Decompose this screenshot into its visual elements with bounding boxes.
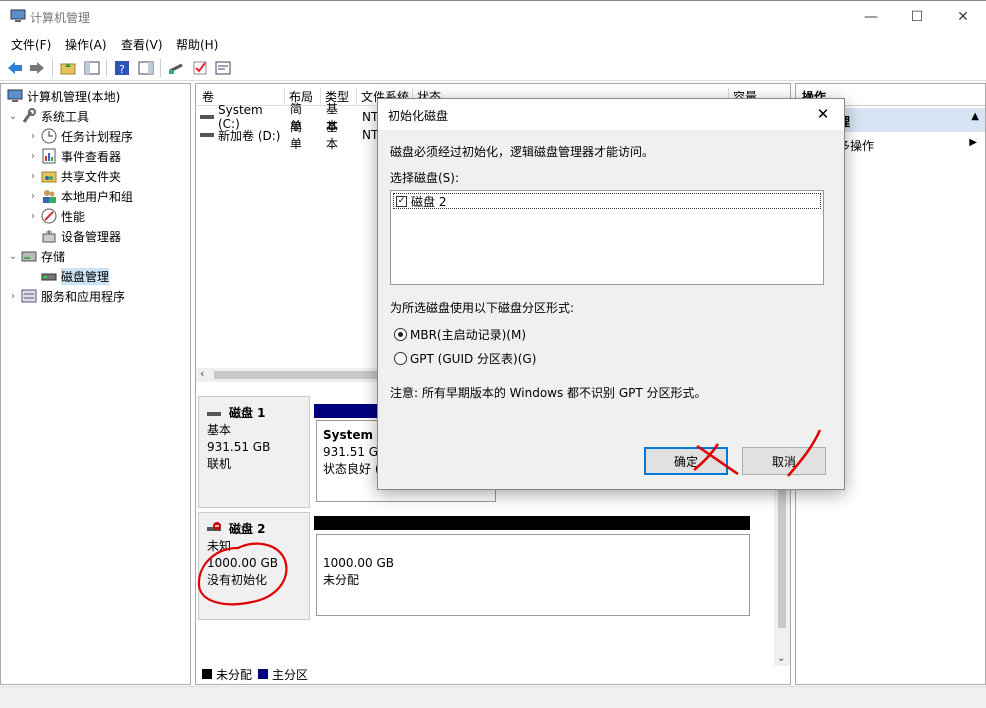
annotation-overlay xyxy=(197,429,822,606)
cross-stroke-a xyxy=(696,444,739,476)
circle-annotation xyxy=(197,542,288,606)
check-stroke xyxy=(787,429,822,477)
